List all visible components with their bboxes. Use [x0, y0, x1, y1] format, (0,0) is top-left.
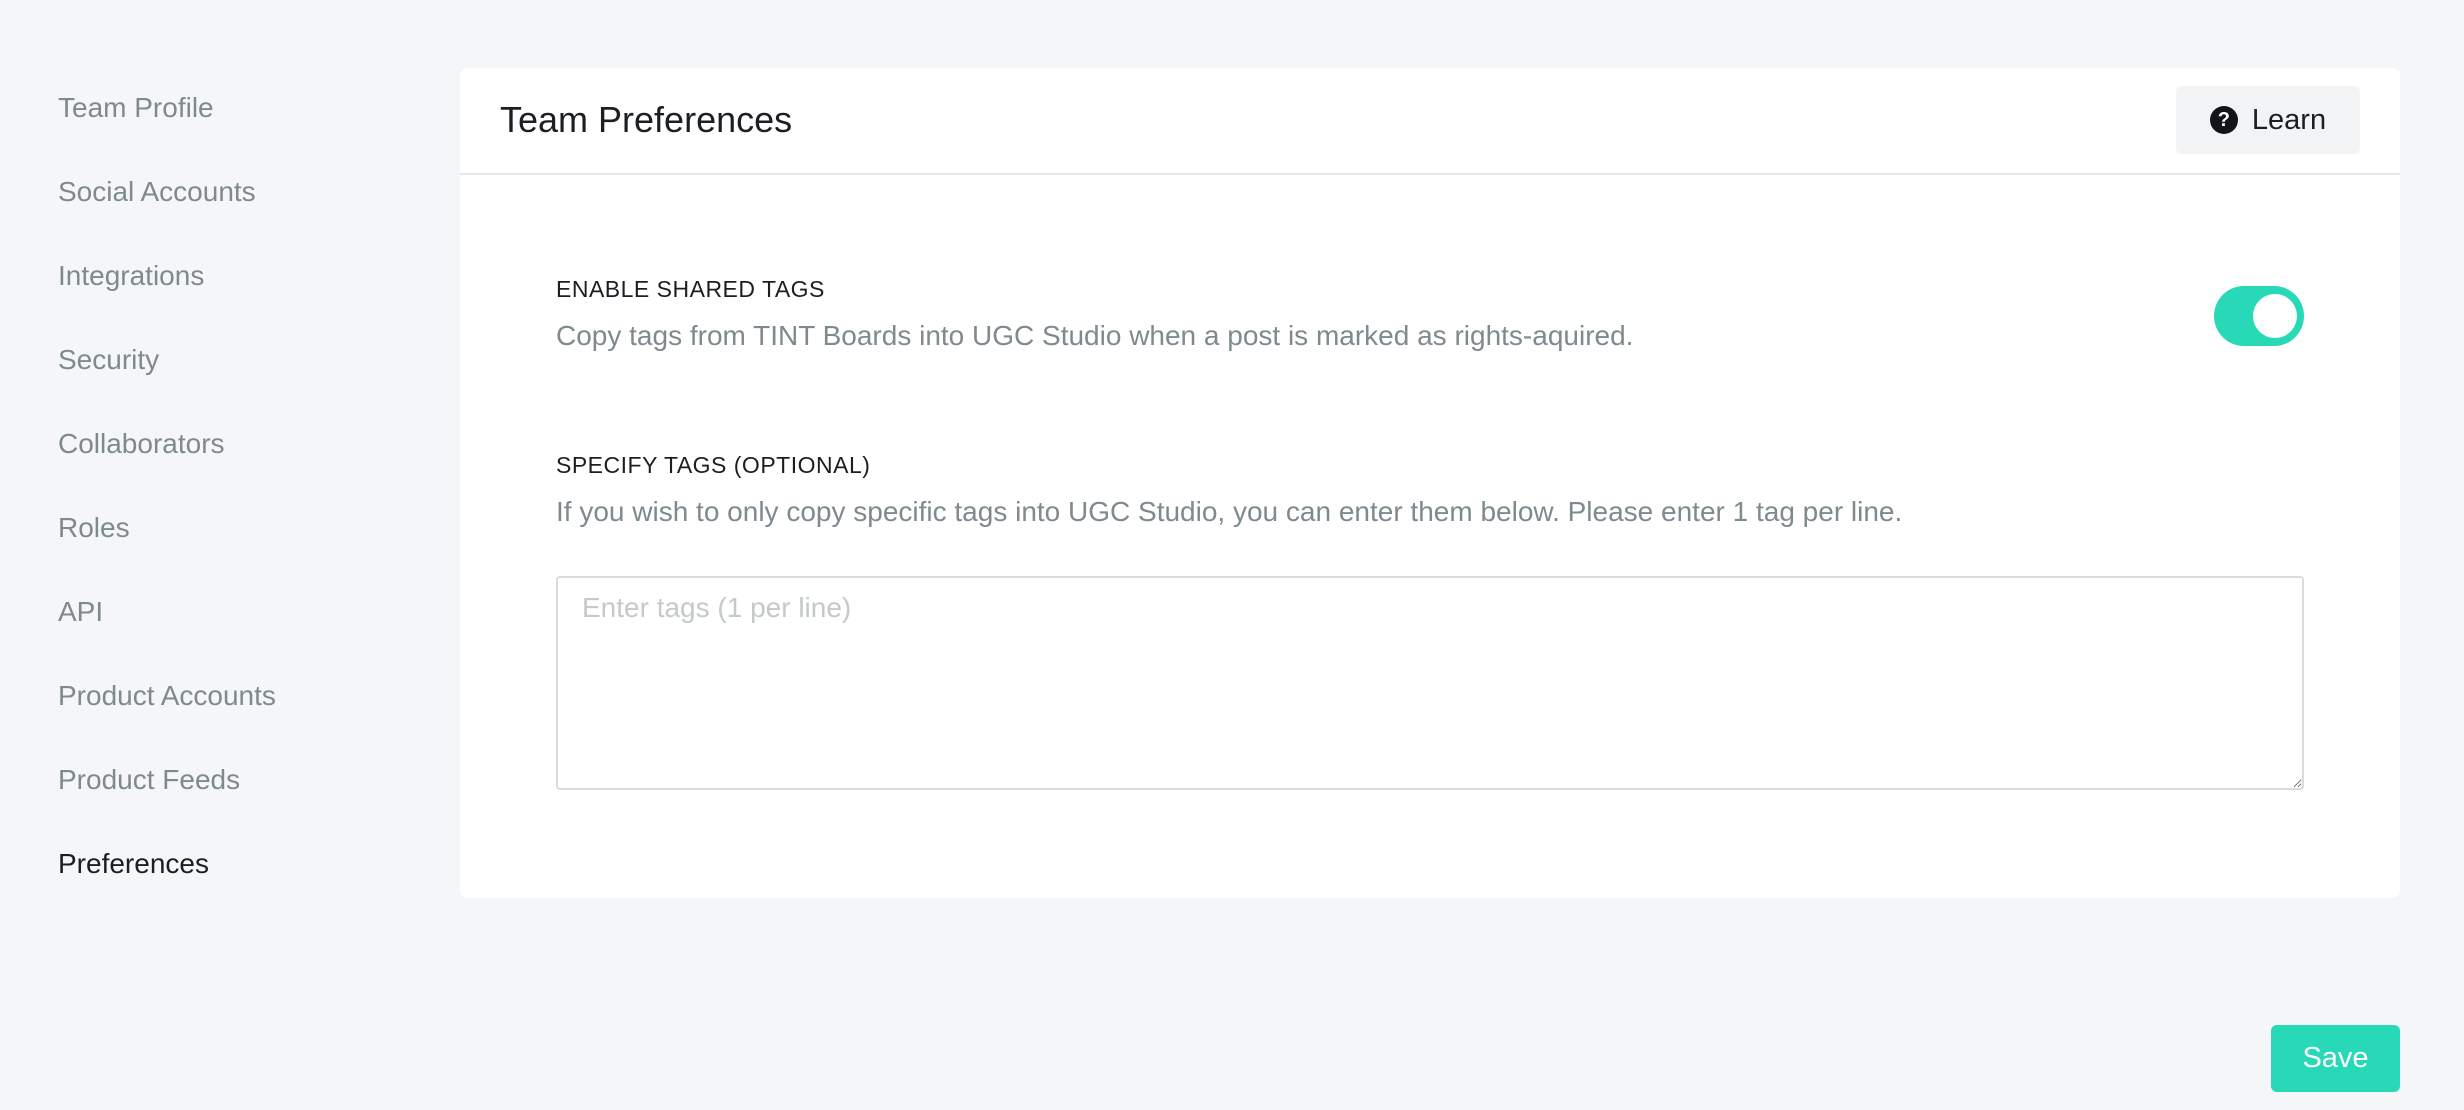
shared-tags-description: Copy tags from TINT Boards into UGC Stud…	[556, 320, 1634, 351]
sidebar-item-team-profile[interactable]: Team Profile	[58, 86, 418, 170]
shared-tags-toggle[interactable]	[2214, 286, 2304, 346]
sidebar-item-preferences[interactable]: Preferences	[58, 842, 418, 926]
sidebar-item-roles[interactable]: Roles	[58, 506, 418, 590]
sidebar-item-security[interactable]: Security	[58, 338, 418, 422]
settings-page: Team Profile Social Accounts Integration…	[0, 0, 2464, 1110]
sidebar-item-collaborators[interactable]: Collaborators	[58, 422, 418, 506]
specify-tags-heading: SPECIFY TAGS (OPTIONAL)	[556, 452, 871, 478]
card-header: Team Preferences ? Learn	[460, 68, 2400, 175]
shared-tags-heading: ENABLE SHARED TAGS	[556, 276, 825, 302]
specify-tags-description: If you wish to only copy specific tags i…	[556, 496, 1903, 527]
toggle-knob	[2253, 294, 2297, 338]
sidebar-item-product-accounts[interactable]: Product Accounts	[58, 674, 418, 758]
sidebar-item-api[interactable]: API	[58, 590, 418, 674]
tags-textarea[interactable]	[556, 576, 2304, 790]
preferences-card: Team Preferences ? Learn ENABLE SHARED T…	[460, 68, 2400, 898]
sidebar-item-product-feeds[interactable]: Product Feeds	[58, 758, 418, 842]
settings-sidebar: Team Profile Social Accounts Integration…	[58, 86, 418, 926]
specify-tags-section: SPECIFY TAGS (OPTIONAL) If you wish to o…	[556, 450, 2304, 530]
question-circle-icon: ?	[2209, 106, 2238, 134]
sidebar-item-social-accounts[interactable]: Social Accounts	[58, 170, 418, 254]
shared-tags-section: ENABLE SHARED TAGS Copy tags from TINT B…	[556, 274, 2304, 354]
save-button[interactable]: Save	[2271, 1025, 2400, 1092]
sidebar-item-integrations[interactable]: Integrations	[58, 254, 418, 338]
learn-button[interactable]: ? Learn	[2176, 86, 2360, 154]
learn-label: Learn	[2251, 103, 2327, 136]
page-title: Team Preferences	[500, 99, 793, 140]
